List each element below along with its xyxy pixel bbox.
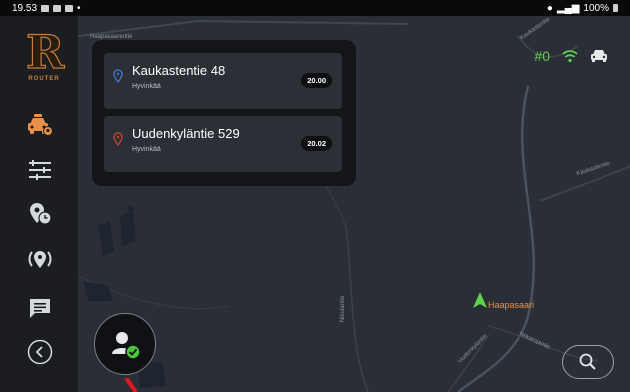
location-clock-icon: [30, 203, 52, 225]
sliders-icon: [29, 160, 51, 180]
pickup-pin-icon: [113, 69, 123, 83]
system-status-bar: 19.53 • ● ▂▄▆ 100%: [0, 0, 630, 16]
notification-icon: [53, 4, 62, 12]
map-place-label: Haapasaari: [488, 300, 535, 310]
sidebar-item-scheduled[interactable]: [25, 199, 55, 229]
annotation-mark: [124, 378, 138, 392]
radar-pin-icon: [28, 251, 52, 268]
taxi-icon: [28, 114, 53, 136]
logo-letter: R: [25, 25, 65, 79]
wifi-icon: [562, 50, 578, 63]
dropoff-city: Hyvinkää: [132, 146, 161, 153]
map-label-road: Nikulantie: [340, 295, 347, 323]
gallery-icon: [41, 4, 50, 12]
signal-icon: ▂▄▆: [556, 2, 580, 14]
dropoff-time: 20.02: [301, 136, 332, 151]
sidebar-item-messages[interactable]: [25, 293, 55, 323]
trip-panel: Kaukastentie 48 Hyvinkää 20.00 Uudenkylä…: [92, 40, 356, 186]
car-icon: [591, 50, 607, 62]
logo-text: ROUTER: [28, 76, 60, 82]
pickup-city: Hyvinkää: [132, 83, 161, 90]
status-indicators: #0: [534, 48, 608, 64]
message-notification-icon: [65, 4, 74, 12]
current-location-arrow-icon: [473, 292, 487, 308]
queue-number: #0: [534, 48, 550, 64]
sidebar-item-zones[interactable]: [25, 245, 55, 275]
sidebar-item-back[interactable]: [25, 337, 55, 367]
battery-icon: [613, 4, 618, 12]
search-icon: [579, 353, 596, 370]
sidebar-item-filters[interactable]: [25, 155, 55, 185]
pickup-card[interactable]: Kaukastentie 48 Hyvinkää 20.00: [104, 53, 342, 109]
dropoff-pin-icon: [113, 132, 123, 146]
router-logo: R ROUTER: [25, 25, 65, 90]
back-arrow-icon: [27, 339, 53, 365]
map-search-button[interactable]: [562, 345, 614, 379]
dropoff-card[interactable]: Uudenkyläntie 529 Hyvinkää 20.02: [104, 116, 342, 172]
dropoff-address: Uudenkyläntie 529: [132, 126, 240, 141]
driver-available-icon: [112, 332, 141, 360]
pickup-time: 20.00: [301, 73, 332, 88]
battery-text: 100%: [583, 2, 609, 14]
sidebar-item-taxi[interactable]: [25, 110, 55, 140]
driver-status-button[interactable]: [94, 313, 156, 375]
location-status-icon: ●: [546, 2, 553, 14]
clock-text: 19.53: [12, 2, 38, 14]
sidebar: R ROUTER: [0, 16, 78, 392]
more-notifications-dot: •: [77, 2, 81, 14]
message-icon: [30, 299, 50, 318]
pickup-address: Kaukastentie 48: [132, 63, 226, 78]
